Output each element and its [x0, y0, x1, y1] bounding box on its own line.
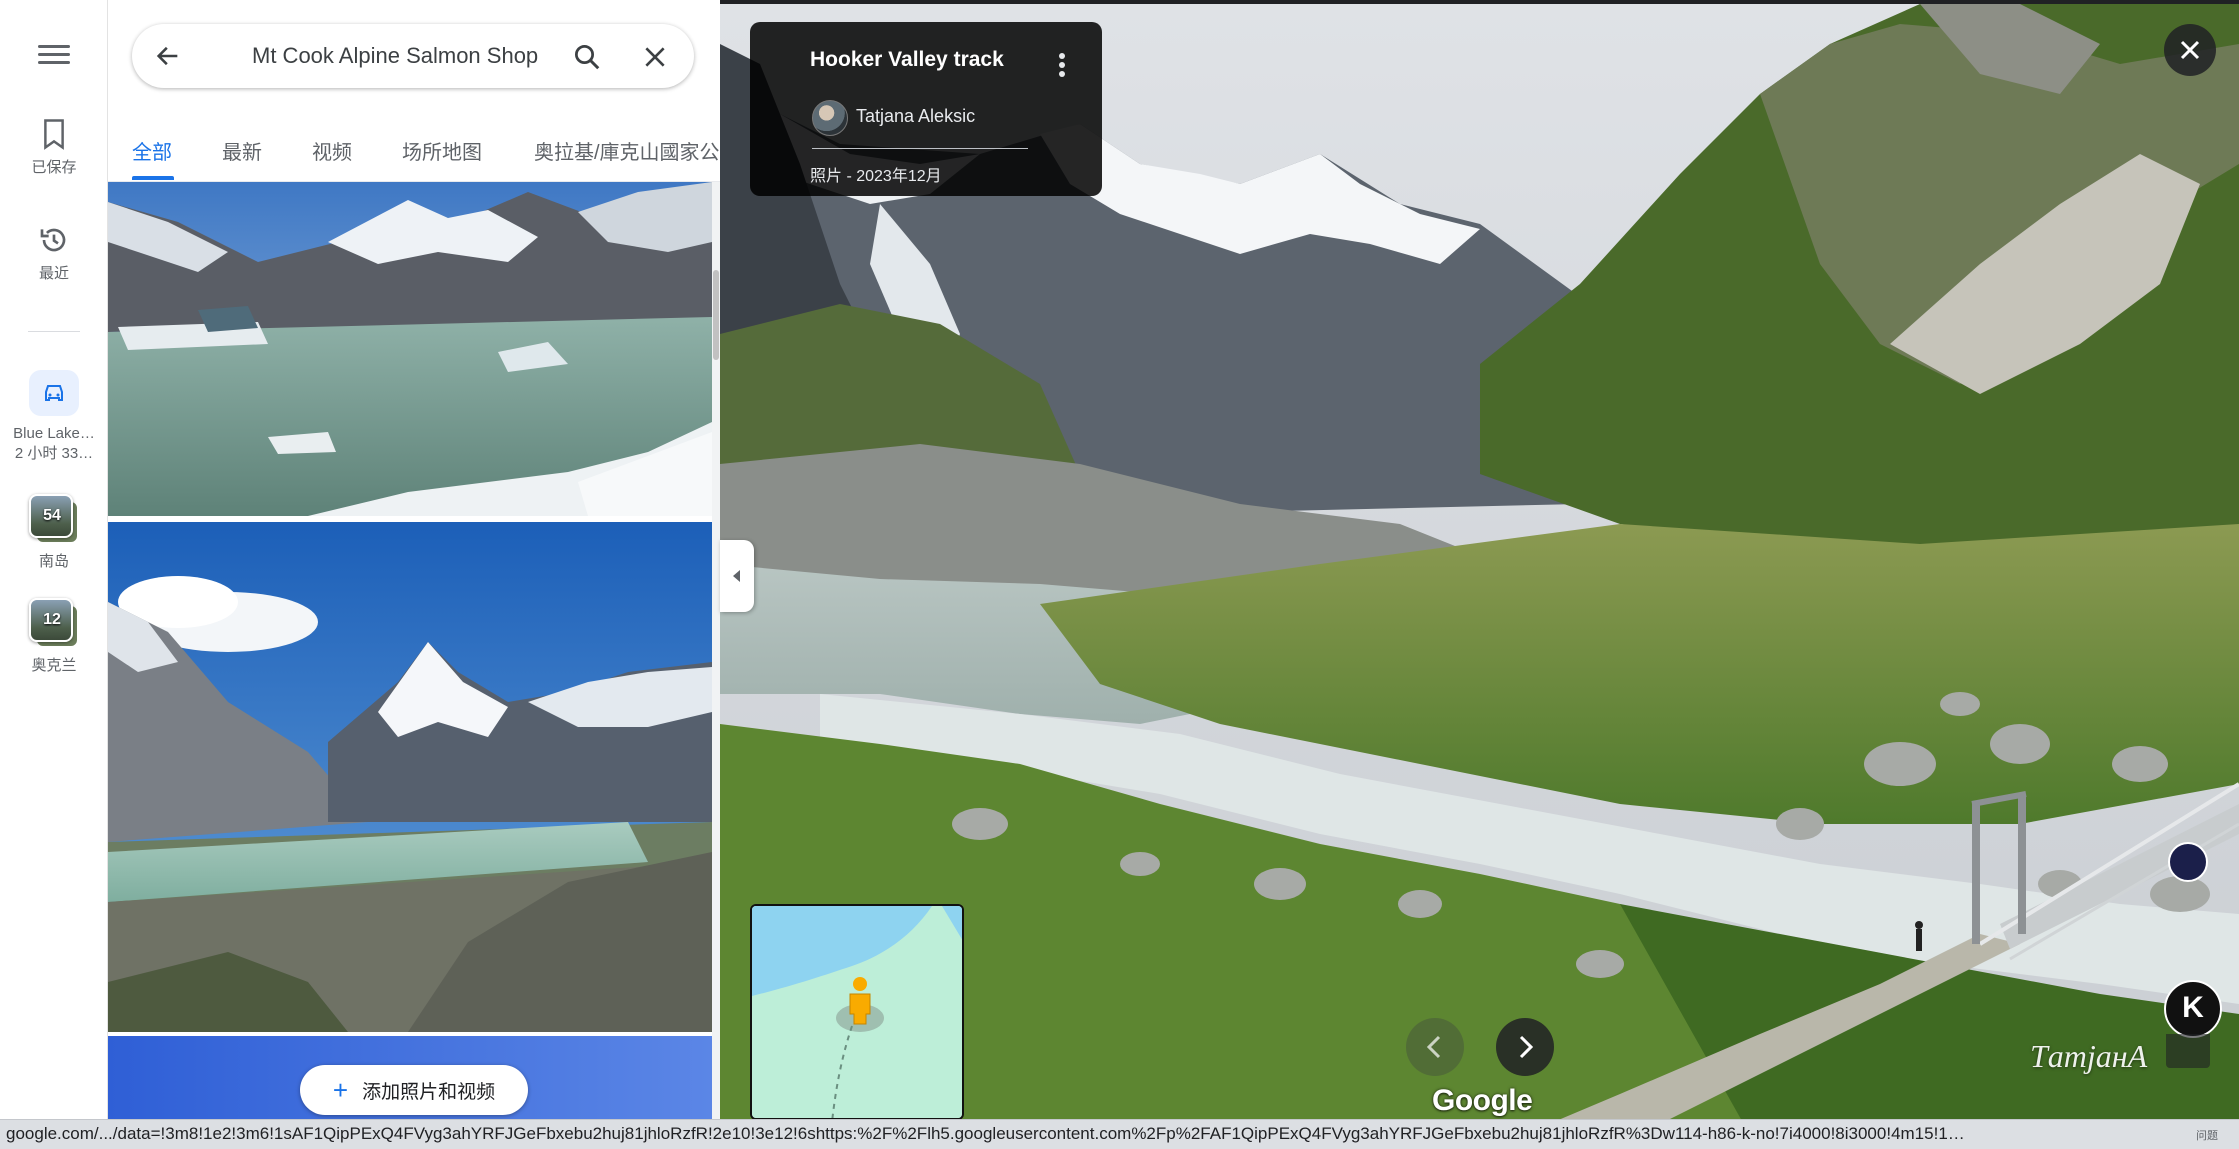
- list-count: 54: [43, 507, 61, 524]
- add-photos-label: 添加照片和视频: [362, 1081, 496, 1103]
- search-icon[interactable]: [572, 42, 602, 72]
- place-title[interactable]: Hooker Valley track: [810, 48, 1004, 72]
- list-item-auckland[interactable]: 12 奥克兰: [0, 598, 108, 676]
- author-name[interactable]: Tatjana Aleksic: [856, 106, 975, 127]
- trip-duration: 2 小时 33…: [14, 445, 94, 462]
- recent-nav-button[interactable]: 最近: [0, 224, 108, 283]
- corner-label: 问题: [2196, 1130, 2218, 1142]
- photo-date: 照片 - 2023年12月: [810, 168, 942, 185]
- bookmark-icon: [44, 119, 64, 150]
- list-item-south-island[interactable]: 54 南岛: [0, 494, 108, 572]
- chevron-left-icon: [1426, 1035, 1441, 1059]
- clear-search-icon[interactable]: [642, 44, 668, 70]
- search-box: [132, 24, 694, 88]
- active-tab-indicator: [132, 176, 174, 180]
- tab-latest[interactable]: 最新: [222, 136, 262, 165]
- history-icon: [40, 228, 66, 252]
- list-count: 12: [43, 611, 61, 628]
- saved-nav-button[interactable]: 已保存: [0, 118, 108, 177]
- recent-label: 最近: [38, 265, 69, 282]
- extension-k-button[interactable]: K: [2164, 980, 2222, 1038]
- tab-all[interactable]: 全部: [132, 136, 172, 165]
- google-logo: Google: [1432, 1084, 1533, 1117]
- left-rail: 已保存 最近 Blue Lake… 2 小时 33… 54 南岛 12 奥克兰: [0, 0, 108, 1149]
- close-viewer-button[interactable]: [2164, 24, 2216, 76]
- search-input[interactable]: [252, 38, 572, 74]
- tab-videos[interactable]: 视频: [312, 136, 352, 165]
- scrollbar-thumb[interactable]: [713, 270, 719, 360]
- photo-info-card: Hooker Valley track Tatjana Aleksic 照片 -…: [750, 22, 1102, 196]
- list-thumbnail: 54: [29, 494, 79, 544]
- photos-panel: 全部 最新 视频 场所地图 奥拉基/庫克山國家公园: [108, 0, 720, 1149]
- chevron-left-icon: [733, 570, 740, 582]
- photo-thumbnail[interactable]: [108, 522, 712, 1032]
- add-photos-button[interactable]: + 添加照片和视频: [300, 1065, 528, 1115]
- back-arrow-icon[interactable]: [154, 42, 182, 70]
- card-divider: [812, 148, 1028, 149]
- list-thumbnail: 12: [29, 598, 79, 648]
- minimap[interactable]: [750, 904, 964, 1120]
- tab-place-map[interactable]: 场所地图: [402, 136, 482, 165]
- list-label: 奥克兰: [31, 657, 77, 674]
- zoom-out-control[interactable]: [2166, 1034, 2210, 1068]
- next-photo-button[interactable]: [1496, 1018, 1554, 1076]
- close-icon: [2180, 40, 2200, 60]
- menu-icon[interactable]: [34, 40, 74, 72]
- author-avatar[interactable]: [812, 100, 848, 136]
- tab-aoraki-national-park[interactable]: 奥拉基/庫克山國家公园: [534, 136, 720, 165]
- photo-thumbnail[interactable]: [108, 182, 712, 516]
- status-bar-url: google.com/.../data=!3m8!1e2!3m6!1sAF1Qi…: [0, 1119, 2239, 1149]
- rail-divider: [28, 331, 80, 332]
- previous-photo-button[interactable]: [1406, 1018, 1464, 1076]
- photo-tabs: 全部 最新 视频 场所地图 奥拉基/庫克山國家公园: [108, 130, 720, 182]
- list-label: 南岛: [38, 553, 69, 570]
- plus-icon: +: [332, 1075, 349, 1105]
- trip-title: Blue Lake…: [13, 425, 95, 442]
- trip-item[interactable]: Blue Lake… 2 小时 33…: [0, 370, 108, 464]
- saved-label: 已保存: [31, 159, 77, 176]
- extension-avatar-icon[interactable]: [2168, 842, 2208, 882]
- car-icon: [29, 370, 79, 416]
- photo-watermark: TатjанA: [2030, 1038, 2148, 1074]
- more-options-icon[interactable]: [1050, 50, 1074, 82]
- collapse-panel-button[interactable]: [720, 540, 754, 612]
- chevron-right-icon: [1519, 1035, 1534, 1059]
